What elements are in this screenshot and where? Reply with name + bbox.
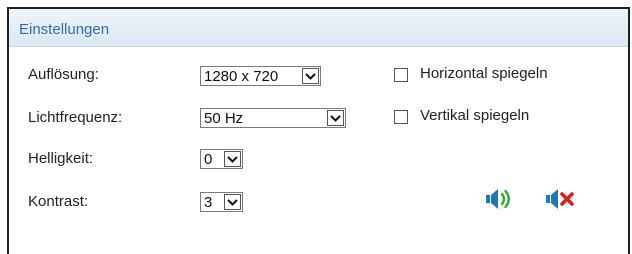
- speaker-mute-button[interactable]: [544, 186, 580, 212]
- speaker-on-button[interactable]: [484, 186, 520, 212]
- mirror-vertical-label: Vertikal spiegeln: [420, 107, 530, 124]
- resolution-select[interactable]: 1280 x 720: [200, 66, 321, 86]
- settings-panel: Einstellungen: [7, 7, 630, 254]
- brightness-value: 0: [204, 150, 213, 168]
- mirror-vertical-checkbox[interactable]: [394, 110, 408, 124]
- panel-header: Einstellungen: [9, 9, 628, 47]
- light-frequency-select[interactable]: 50 Hz: [200, 108, 346, 128]
- chevron-down-icon: [302, 68, 319, 84]
- chevron-down-icon: [327, 110, 344, 126]
- contrast-label: Kontrast:: [28, 193, 89, 210]
- brightness-select[interactable]: 0: [200, 149, 243, 169]
- light-frequency-value: 50 Hz: [204, 109, 244, 127]
- chevron-down-icon: [224, 151, 241, 167]
- brightness-label: Helligkeit:: [28, 150, 94, 167]
- speaker-on-icon: [486, 189, 510, 209]
- mirror-horizontal-label: Horizontal spiegeln: [420, 65, 548, 82]
- mirror-horizontal-checkbox[interactable]: [394, 68, 408, 82]
- light-frequency-label: Lichtfrequenz:: [28, 109, 123, 126]
- resolution-label: Auflösung:: [28, 66, 99, 83]
- contrast-select[interactable]: 3: [200, 192, 243, 212]
- resolution-value: 1280 x 720: [204, 67, 279, 85]
- contrast-value: 3: [204, 193, 213, 211]
- panel-title: Einstellungen: [19, 21, 110, 38]
- speaker-mute-icon: [546, 189, 574, 209]
- chevron-down-icon: [224, 194, 241, 210]
